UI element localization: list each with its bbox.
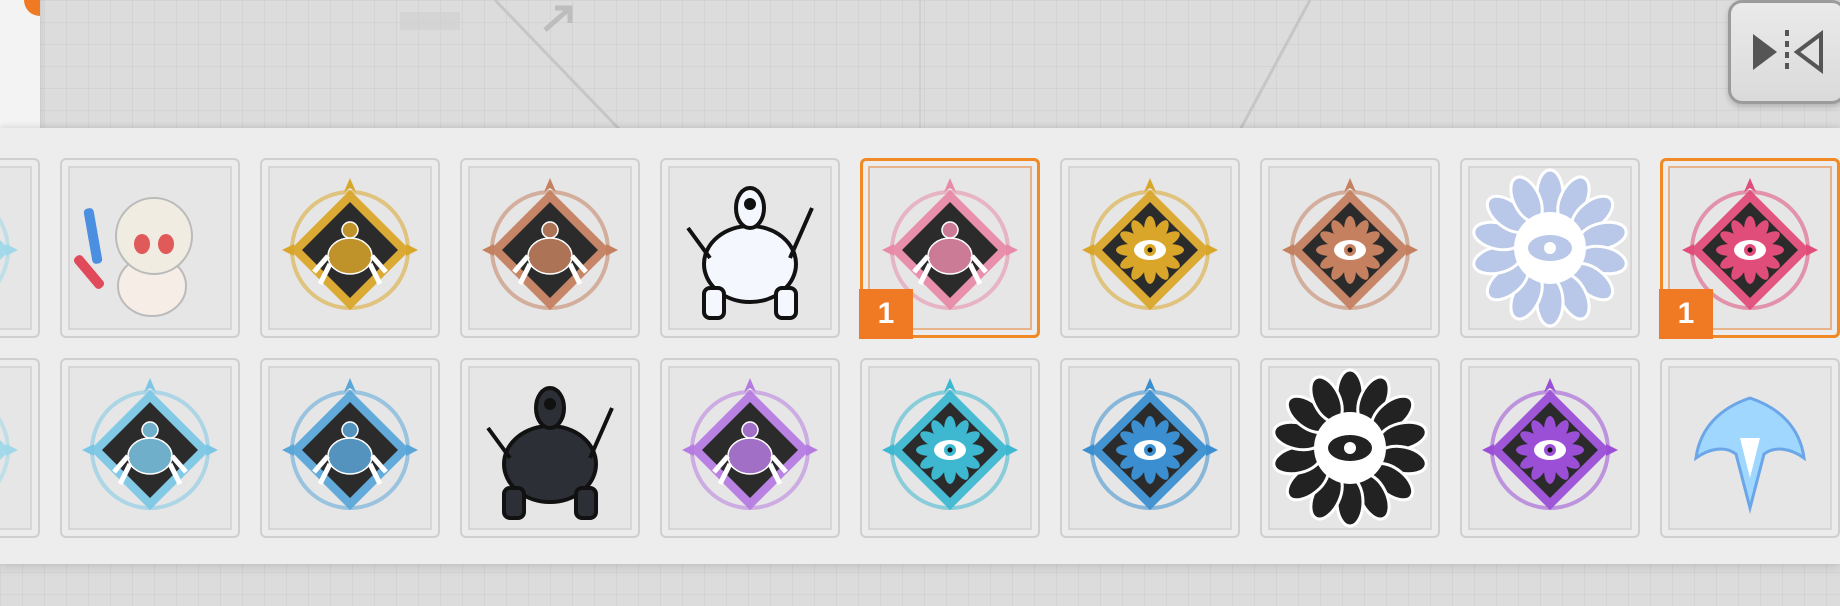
dark-crab-monster-sticker-icon xyxy=(486,386,614,520)
sticker-cell[interactable] xyxy=(60,358,240,538)
equipped-count-badge: 1 xyxy=(859,289,913,339)
bronze-eye-emblem-icon xyxy=(1282,178,1418,310)
sticker-cell[interactable] xyxy=(460,358,640,538)
sticker-cell[interactable]: 1 xyxy=(1659,158,1840,339)
sticker-cell[interactable] xyxy=(1060,158,1240,338)
background-decoration xyxy=(400,0,1312,130)
blue-eye-emblem-icon xyxy=(1082,378,1218,510)
sticker-cell[interactable] xyxy=(260,358,440,538)
sticker-cell[interactable] xyxy=(1460,358,1640,538)
partial-sticker-icon xyxy=(0,216,18,284)
partial-sticker-icon xyxy=(0,416,18,484)
bronze-crab-emblem-icon xyxy=(482,178,618,310)
sticker-cell[interactable] xyxy=(1260,358,1440,538)
sticker-panel: 1 1 xyxy=(0,128,1840,564)
side-tab[interactable] xyxy=(0,0,40,128)
sticker-cell[interactable] xyxy=(0,358,40,538)
anime-girl-sticker-icon xyxy=(73,197,193,317)
black-eye-shell-sticker-icon xyxy=(1272,368,1428,528)
sticker-cell[interactable]: 1 xyxy=(859,158,1040,339)
mirror-flip-icon xyxy=(1753,30,1823,74)
equipped-count-badge: 1 xyxy=(1659,289,1713,339)
sticker-cell[interactable] xyxy=(460,158,640,338)
mirror-flip-button[interactable] xyxy=(1728,0,1840,104)
white-crab-monster-sticker-icon xyxy=(686,186,814,320)
purple-crab-emblem-icon xyxy=(682,378,818,510)
sticker-cell[interactable] xyxy=(260,158,440,338)
sticker-cell[interactable] xyxy=(1060,358,1240,538)
sticker-cell[interactable] xyxy=(0,158,40,338)
sticker-cell[interactable] xyxy=(660,158,840,338)
gold-crab-emblem-icon xyxy=(282,178,418,310)
sticker-cell[interactable] xyxy=(860,358,1040,538)
sticker-cell[interactable] xyxy=(1660,358,1840,538)
phoenix-sticker-icon xyxy=(1694,396,1806,514)
sticker-grid: 1 1 xyxy=(0,158,1840,538)
sticker-cell[interactable] xyxy=(660,358,840,538)
ice-eye-emblem-icon xyxy=(882,378,1018,510)
sticker-cell[interactable] xyxy=(1460,158,1640,338)
sticker-cell[interactable] xyxy=(60,158,240,338)
gold-eye-emblem-icon xyxy=(1082,178,1218,310)
blue-crab-emblem-icon xyxy=(282,378,418,510)
sticker-cell[interactable] xyxy=(1260,158,1440,338)
purple-eye-emblem-icon xyxy=(1482,378,1618,510)
ice-crab-emblem-icon xyxy=(82,378,218,510)
holo-eye-shell-sticker-icon xyxy=(1472,168,1628,328)
side-tab-accent xyxy=(24,0,40,16)
